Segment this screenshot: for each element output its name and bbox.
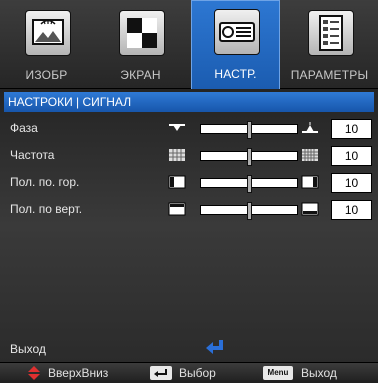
row-phase[interactable]: Фаза 10 — [0, 118, 378, 140]
frequency-slider[interactable] — [200, 148, 298, 166]
tab-image[interactable]: ИЗОБР — [3, 2, 90, 88]
tab-screen-label: ЭКРАН — [120, 68, 161, 82]
tab-setup-label: НАСТР. — [214, 67, 257, 81]
signal-panel: НАСТРОКИ | СИГНАЛ Фаза 10 Частота 10 Пол… — [0, 89, 378, 362]
tab-options-label: ПАРАМЕТРЫ — [290, 68, 369, 82]
phase-decrease-icon[interactable] — [168, 121, 186, 135]
exit-row[interactable]: Выход — [0, 338, 378, 360]
up-down-arrows-icon — [28, 366, 40, 380]
menu-key-badge: Menu — [263, 366, 293, 380]
v-position-slider-thumb[interactable] — [247, 202, 252, 220]
enter-key-icon — [150, 366, 172, 380]
row-phase-label: Фаза — [10, 121, 38, 135]
row-h-position[interactable]: Пол. по. гор. 10 — [0, 172, 378, 194]
page-title: НАСТРОКИ | СИГНАЛ — [8, 95, 132, 109]
frequency-value: 10 — [331, 146, 372, 166]
frequency-decrease-icon[interactable] — [168, 148, 186, 162]
v-position-slider[interactable] — [200, 202, 298, 220]
phase-increase-icon[interactable] — [301, 121, 319, 135]
exit-hint: Выход — [301, 366, 337, 380]
phase-slider-thumb[interactable] — [247, 121, 252, 139]
enter-arrow-icon[interactable] — [204, 338, 226, 356]
h-position-left-icon[interactable] — [168, 175, 186, 189]
row-h-position-label: Пол. по. гор. — [10, 175, 80, 189]
row-frequency-label: Частота — [10, 148, 55, 162]
nav-hint: ВверхВниз — [48, 366, 109, 380]
exit-label: Выход — [10, 342, 46, 356]
tab-setup[interactable]: НАСТР. — [191, 0, 280, 89]
v-position-down-icon[interactable] — [301, 202, 319, 216]
h-position-slider[interactable] — [200, 175, 298, 193]
h-position-slider-thumb[interactable] — [247, 175, 252, 193]
tab-options[interactable]: ПАРАМЕТРЫ — [286, 2, 373, 88]
panel-title-bar: НАСТРОКИ | СИГНАЛ — [4, 92, 374, 112]
image-icon — [25, 10, 71, 56]
tab-image-label: ИЗОБР — [25, 68, 68, 82]
osd-menu: ИЗОБР ЭКРАН НАСТР. ПАРАМЕТРЫ НАСТРОКИ | … — [0, 0, 378, 383]
phase-value: 10 — [331, 119, 372, 139]
h-position-right-icon[interactable] — [301, 175, 319, 189]
frequency-slider-thumb[interactable] — [247, 148, 252, 166]
v-position-value: 10 — [331, 200, 372, 220]
select-hint: Выбор — [179, 366, 216, 380]
frequency-increase-icon[interactable] — [301, 148, 319, 162]
row-frequency[interactable]: Частота 10 — [0, 145, 378, 167]
row-v-position[interactable]: Пол. по верт. 10 — [0, 199, 378, 221]
h-position-value: 10 — [331, 173, 372, 193]
tab-screen[interactable]: ЭКРАН — [97, 2, 184, 88]
projector-icon — [214, 9, 260, 55]
v-position-up-icon[interactable] — [168, 202, 186, 216]
footer-hints: ВверхВниз Выбор Menu Выход — [0, 362, 378, 383]
tab-strip: ИЗОБР ЭКРАН НАСТР. ПАРАМЕТРЫ — [0, 0, 378, 89]
phase-slider[interactable] — [200, 121, 298, 139]
screen-pattern-icon — [119, 10, 165, 56]
row-v-position-label: Пол. по верт. — [10, 202, 83, 216]
options-list-icon — [308, 10, 354, 56]
